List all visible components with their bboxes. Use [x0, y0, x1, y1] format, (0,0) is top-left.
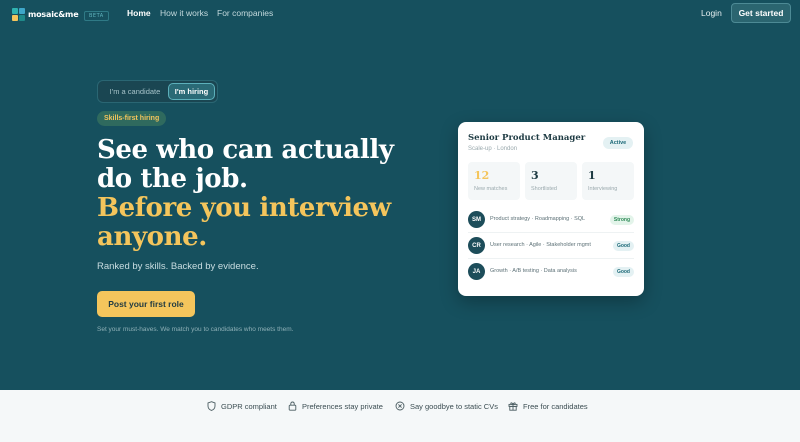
post-role-button[interactable]: Post your first role — [97, 291, 195, 317]
headline-line-3: Before you interview — [97, 193, 391, 223]
login-link[interactable]: Login — [701, 8, 722, 18]
feature-label: Say goodbye to static CVs — [410, 401, 498, 411]
status-badge: Active — [603, 137, 633, 149]
logo[interactable]: mosaic&me — [12, 8, 79, 21]
fit-badge: Good — [612, 267, 634, 277]
avatar: JA — [468, 263, 485, 280]
stat-label: New matches — [474, 186, 508, 192]
logo-text: mosaic&me — [28, 10, 79, 19]
role-card[interactable]: Senior Product Manager Scale-up · London… — [458, 122, 644, 296]
role-subtitle: Scale-up · London — [468, 146, 518, 152]
feature-free: Free for candidates — [508, 400, 588, 412]
nav-link-home[interactable]: Home — [127, 8, 151, 18]
candidate-row[interactable]: JA Growth · A/B testing · Data analysis … — [468, 263, 634, 281]
avatar: CR — [468, 237, 485, 254]
feature-gdpr: GDPR compliant — [207, 400, 277, 412]
feature-privacy: Preferences stay private — [288, 400, 383, 412]
top-nav: mosaic&me BETA Home How it works For com… — [0, 0, 800, 27]
stat-label: Shortlisted — [531, 186, 557, 192]
avatar: SM — [468, 211, 485, 228]
headline-line-1: See who can actually — [97, 135, 394, 165]
nav-link-how-it-works[interactable]: How it works — [160, 8, 208, 18]
skills-first-pill: Skills-first hiring — [97, 111, 167, 126]
feature-strip: GDPR compliant Preferences stay private … — [0, 390, 800, 442]
toggle-candidate[interactable]: I'm a candidate — [102, 83, 168, 100]
feature-label: GDPR compliant — [221, 401, 277, 411]
stat-label: Interviewing — [588, 186, 618, 192]
stat-new-matches: 12 New matches — [468, 162, 520, 200]
nav-link-for-companies[interactable]: For companies — [217, 8, 273, 18]
hero-headline: See who can actually do the job. Before … — [97, 136, 427, 252]
headline-line-4: anyone. — [97, 222, 207, 252]
stat-value: 1 — [588, 169, 596, 182]
feature-label: Free for candidates — [523, 401, 588, 411]
x-circle-icon — [395, 401, 405, 411]
candidate-row[interactable]: CR User research · Agile · Stakeholder m… — [468, 237, 634, 255]
stat-shortlisted: 3 Shortlisted — [525, 162, 577, 200]
stat-interviewing: 1 Interviewing — [582, 162, 634, 200]
feature-no-cv: Say goodbye to static CVs — [395, 400, 498, 412]
hero-subtitle: Ranked by skills. Backed by evidence. — [97, 261, 259, 272]
beta-badge: BETA — [84, 11, 109, 21]
row-divider — [468, 258, 634, 259]
candidate-skills: Product strategy · Roadmapping · SQL — [490, 216, 586, 222]
get-started-button[interactable]: Get started — [731, 3, 791, 23]
candidate-skills: User research · Agile · Stakeholder mgmt — [490, 242, 591, 248]
candidate-row[interactable]: SM Product strategy · Roadmapping · SQL … — [468, 211, 634, 229]
stat-value: 3 — [531, 169, 539, 182]
lock-icon — [288, 401, 297, 411]
fit-badge: Strong — [609, 215, 634, 225]
stat-value: 12 — [474, 169, 490, 182]
logo-mark-icon — [12, 8, 25, 21]
fit-badge: Good — [612, 241, 634, 251]
headline-line-2: do the job. — [97, 164, 248, 194]
toggle-hiring[interactable]: I'm hiring — [168, 83, 215, 100]
candidate-skills: Growth · A/B testing · Data analysis — [490, 268, 577, 274]
row-divider — [468, 232, 634, 233]
shield-icon — [207, 401, 216, 411]
role-title: Senior Product Manager — [468, 133, 586, 143]
audience-toggle: I'm a candidate I'm hiring — [97, 80, 218, 103]
hero-note: Set your must-haves. We match you to can… — [97, 326, 294, 333]
feature-label: Preferences stay private — [302, 401, 383, 411]
gift-icon — [508, 402, 518, 411]
